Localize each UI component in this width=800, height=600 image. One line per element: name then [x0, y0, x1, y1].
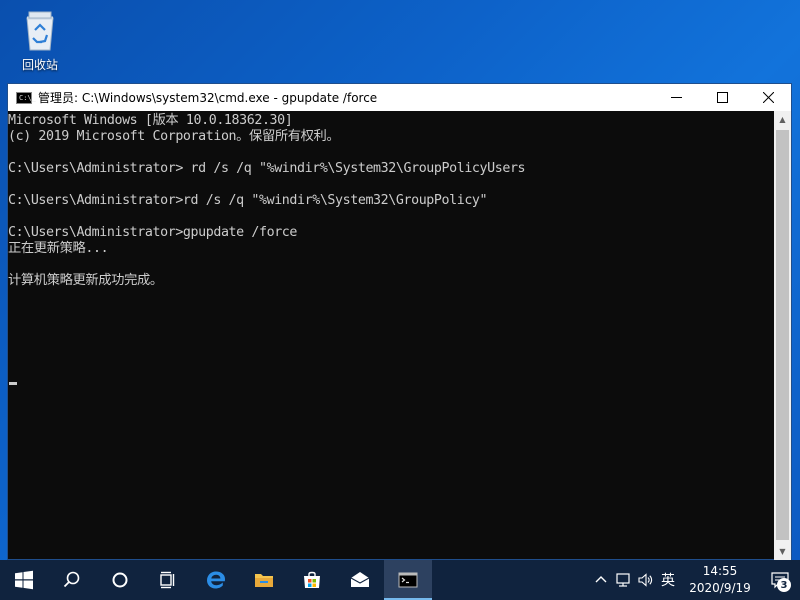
cmd-app-icon-glyph: C:\_ — [19, 93, 36, 102]
cmd-icon — [398, 572, 418, 588]
minimize-icon — [670, 97, 682, 98]
mail-button[interactable] — [336, 560, 384, 600]
console-line: Microsoft Windows [版本 10.0.18362.30] — [8, 113, 293, 128]
speaker-icon — [638, 573, 653, 587]
console-line: C:\Users\Administrator> rd /s /q "%windi… — [8, 161, 526, 176]
chevron-up-icon — [595, 576, 607, 583]
search-icon — [63, 571, 80, 588]
clock[interactable]: 14:55 2020/9/19 — [680, 560, 760, 600]
console-output[interactable]: Microsoft Windows [版本 10.0.18362.30] (c)… — [8, 111, 775, 560]
cortana-ring-icon — [112, 572, 128, 588]
console-line: 计算机策略更新成功完成。 — [8, 273, 163, 288]
network-icon — [616, 573, 630, 587]
store-button[interactable] — [288, 560, 336, 600]
folder-icon — [255, 574, 273, 587]
network-button[interactable] — [612, 560, 634, 600]
window-controls — [653, 84, 791, 111]
window-title: 管理员: C:\Windows\system32\cmd.exe - gpupd… — [38, 91, 378, 105]
close-icon — [762, 92, 774, 103]
vertical-scrollbar[interactable]: ▲ ▼ — [774, 111, 791, 560]
clock-date: 2020/9/19 — [689, 581, 751, 595]
cmd-app-icon: C:\_ — [16, 91, 36, 104]
clock-time: 14:55 — [702, 564, 738, 578]
volume-button[interactable] — [634, 560, 656, 600]
recycle-bin-shortcut[interactable]: 回收站 — [10, 8, 70, 78]
notification-count-badge: 3 — [777, 578, 791, 592]
console-line: 正在更新策略... — [8, 241, 109, 256]
input-method-indicator[interactable]: 英 — [656, 560, 680, 600]
console-line: C:\Users\Administrator>gpupdate /force — [8, 225, 298, 240]
cmd-button[interactable] — [384, 560, 432, 600]
minimize-button[interactable] — [653, 84, 699, 111]
store-bag-icon — [304, 571, 320, 588]
scroll-up-button[interactable]: ▲ — [774, 111, 791, 128]
recycle-bin-icon — [26, 11, 54, 51]
scrollbar-thumb[interactable] — [776, 130, 789, 540]
file-explorer-button[interactable] — [240, 560, 288, 600]
maximize-button[interactable] — [699, 84, 745, 111]
window-titlebar[interactable]: C:\_ 管理员: C:\Windows\system32\cmd.exe - … — [8, 84, 791, 111]
mail-icon — [350, 572, 370, 587]
task-view-button[interactable] — [144, 560, 192, 600]
edge-button[interactable] — [192, 560, 240, 600]
search-button[interactable] — [48, 560, 96, 600]
cortana-button[interactable] — [96, 560, 144, 600]
text-cursor — [9, 382, 17, 385]
start-button[interactable] — [0, 560, 48, 600]
console-line: (c) 2019 Microsoft Corporation。保留所有权利。 — [8, 129, 340, 144]
console-line: C:\Users\Administrator>rd /s /q "%windir… — [8, 193, 488, 208]
scroll-down-button[interactable]: ▼ — [774, 543, 791, 560]
task-view-icon — [160, 571, 175, 589]
show-hidden-icons-button[interactable] — [590, 560, 612, 600]
system-tray: 英 14:55 2020/9/19 3 — [590, 560, 800, 600]
edge-icon — [207, 571, 225, 589]
taskbar: 英 14:55 2020/9/19 3 — [0, 560, 800, 600]
maximize-icon — [716, 92, 728, 103]
action-center-button[interactable]: 3 — [760, 560, 800, 600]
recycle-bin-label: 回收站 — [21, 58, 58, 72]
cmd-window[interactable]: C:\_ 管理员: C:\Windows\system32\cmd.exe - … — [7, 83, 792, 560]
windows-logo-icon — [15, 570, 33, 590]
close-button[interactable] — [745, 84, 791, 111]
